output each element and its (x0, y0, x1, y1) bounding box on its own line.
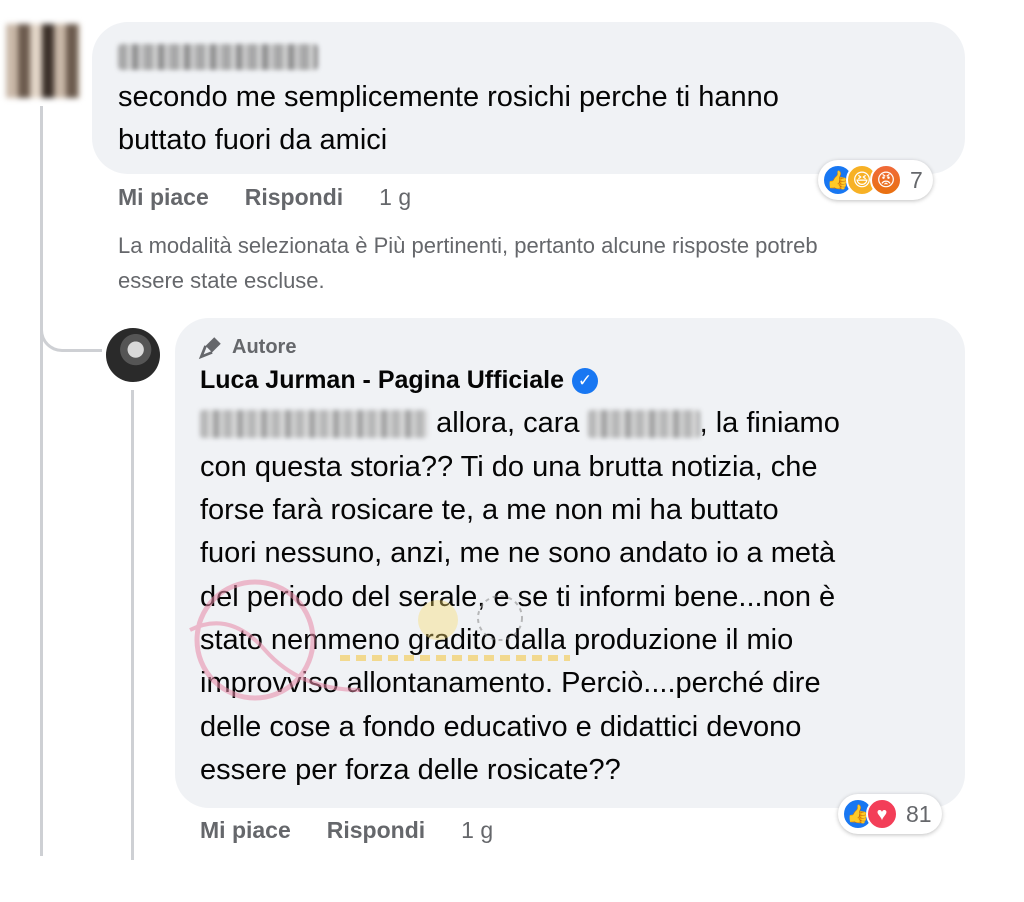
thread-line-reply (131, 390, 134, 860)
reply-text-line-6: stato nemmeno gradito dalla produzione i… (200, 624, 794, 656)
verified-badge-icon: ✓ (572, 367, 598, 394)
reply-text-line-2: con questa storia?? Ti do una brutta not… (200, 451, 818, 483)
reaction-count: 7 (910, 166, 923, 193)
commenter-avatar[interactable] (6, 24, 80, 98)
reply-text-line-1: allora, cara , la finiamo (200, 402, 840, 445)
microphone-icon (198, 337, 221, 360)
comment-reactions[interactable]: 👍 😆 😡 7 (818, 160, 933, 200)
reply-button[interactable]: Rispondi (245, 184, 343, 211)
comment-actions: Mi piace Rispondi 1 g (118, 184, 411, 211)
reply-text-1b: , la finiamo (699, 407, 840, 439)
reply-reactions[interactable]: 👍 ♥ 81 (838, 794, 942, 834)
mention-redacted[interactable] (200, 410, 428, 439)
commenter-name-redacted[interactable] (118, 44, 318, 70)
timestamp[interactable]: 1 g (379, 184, 411, 211)
like-button[interactable]: Mi piace (118, 184, 209, 211)
reply-text-1a: allora, cara (436, 407, 580, 439)
author-badge-label: Autore (232, 335, 297, 358)
reply-text-line-4: fuori nessuno, anzi, me ne sono andato i… (200, 537, 836, 569)
reply-actions: Mi piace Rispondi 1 g (200, 817, 493, 844)
love-icon: ♥ (866, 798, 898, 830)
reply-text-line-3: forse farà rosicare te, a me non mi ha b… (200, 494, 779, 526)
sort-notice: La modalità selezionata è Più pertinenti… (118, 228, 998, 298)
comment-text-line-1: secondo me semplicemente rosichi perche … (118, 81, 779, 113)
author-badge: Autore (198, 334, 296, 360)
thread-line-main (40, 106, 43, 856)
reply-text-line-7: improvviso allontanamento. Perciò....per… (200, 667, 821, 699)
author-avatar[interactable] (106, 328, 160, 382)
sort-notice-line-2: essere state escluse. (118, 268, 325, 293)
like-button[interactable]: Mi piace (200, 817, 291, 844)
comment-text-line-2: buttato fuori da amici (118, 124, 388, 156)
sort-notice-line-1: La modalità selezionata è Più pertinenti… (118, 233, 818, 258)
angry-icon: 😡 (870, 164, 902, 196)
reply-text-line-8: delle cose a fondo educativo e didattici… (200, 711, 802, 743)
name-redacted (587, 410, 700, 439)
reaction-count: 81 (906, 800, 932, 827)
author-name-text[interactable]: Luca Jurman - Pagina Ufficiale (200, 366, 564, 395)
reply-text-line-5: del periodo del serale, e se ti informi … (200, 581, 836, 613)
reply-button[interactable]: Rispondi (327, 817, 425, 844)
thread-branch (40, 300, 102, 352)
author-name[interactable]: Luca Jurman - Pagina Ufficiale ✓ (200, 366, 598, 395)
timestamp[interactable]: 1 g (461, 817, 493, 844)
reply-text-line-9: essere per forza delle rosicate?? (200, 754, 621, 786)
